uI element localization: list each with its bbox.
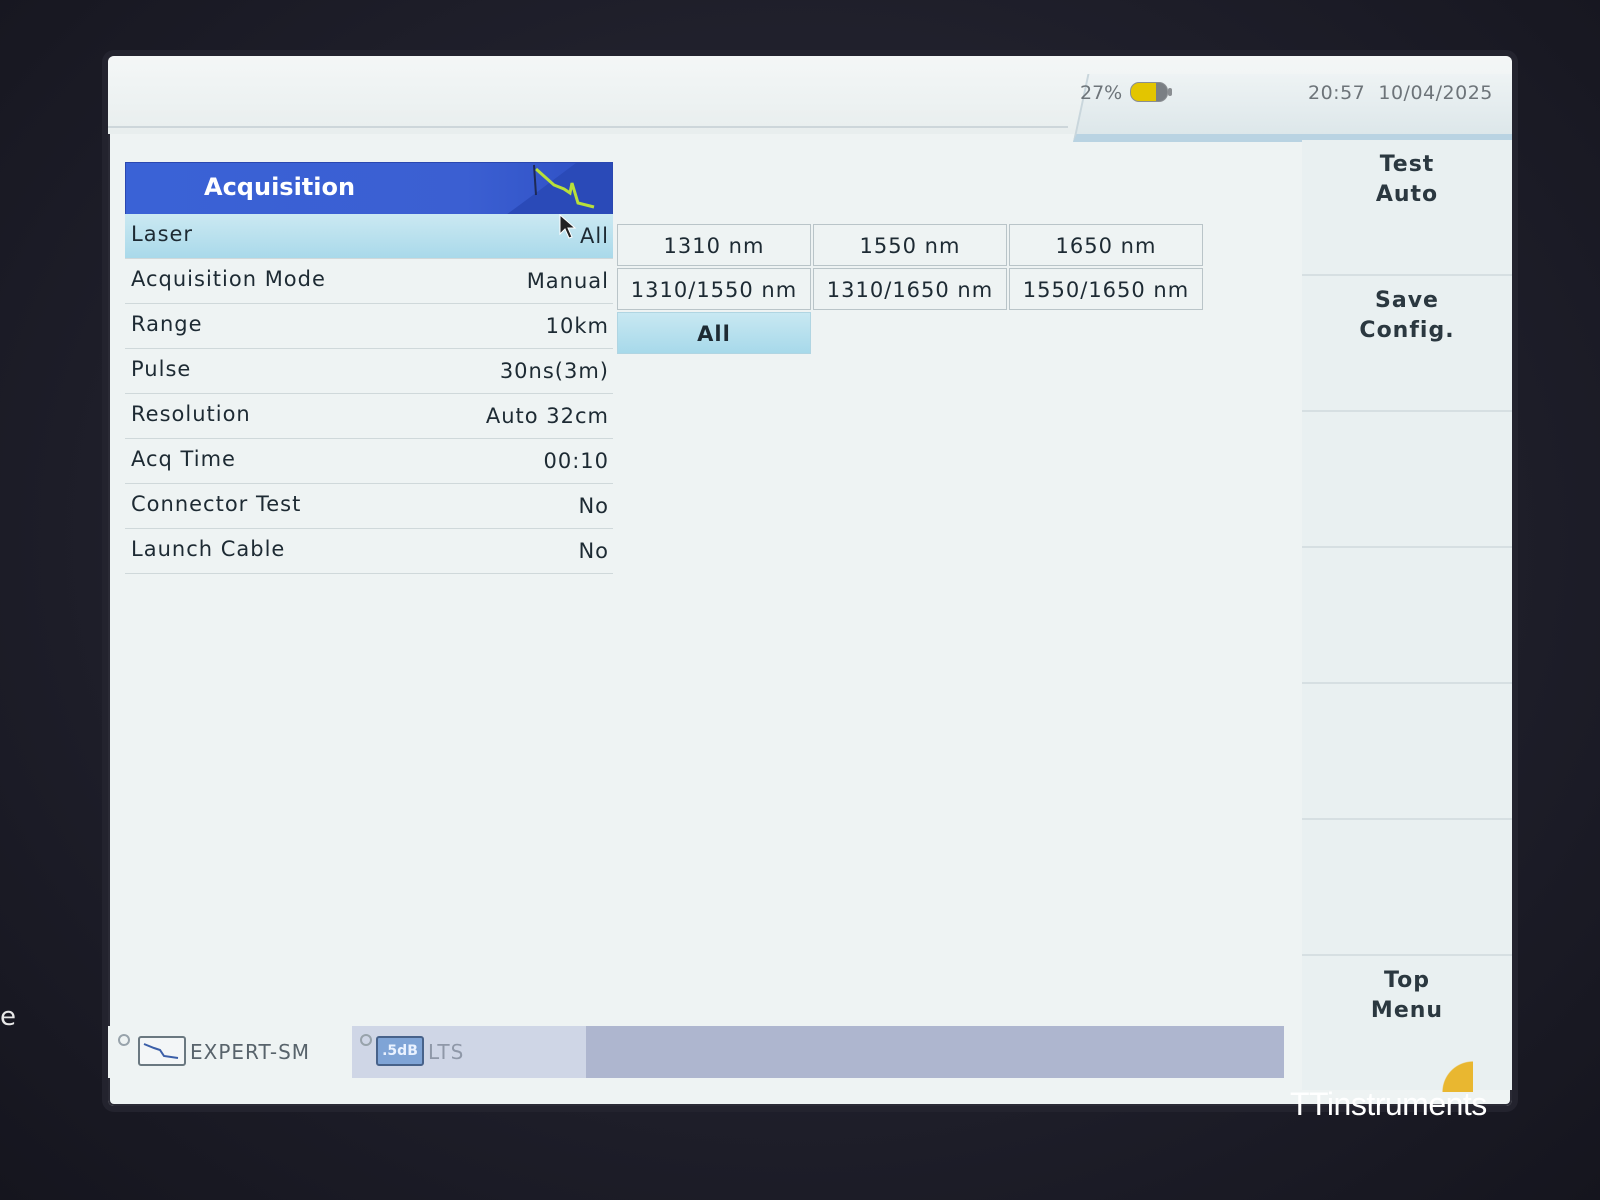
tab-label: EXPERT-SM	[190, 1040, 311, 1064]
panel-title: Acquisition	[204, 173, 356, 201]
param-label: Laser	[131, 222, 194, 246]
laser-option-1550[interactable]: 1550 nm	[813, 224, 1007, 266]
status-bar: 27% 20:57 10/04/2025	[108, 56, 1512, 142]
acquisition-parameters: Laser All Acquisition Mode Manual Range …	[125, 214, 613, 574]
tab-indicator-icon	[360, 1034, 372, 1046]
param-row-range[interactable]: Range 10km	[125, 304, 613, 349]
param-row-pulse[interactable]: Pulse 30ns(3m)	[125, 349, 613, 394]
softkey-label: Top	[1384, 968, 1430, 993]
laser-option-1310-1550[interactable]: 1310/1550 nm	[617, 268, 811, 310]
param-label: Pulse	[131, 357, 192, 381]
param-label: Acq Time	[131, 447, 236, 471]
otdr-trace-icon	[506, 163, 612, 215]
laser-option-1310-1650[interactable]: 1310/1650 nm	[813, 268, 1007, 310]
battery-percent: 27%	[1080, 82, 1123, 104]
trace-tab-icon	[138, 1036, 186, 1066]
param-row-resolution[interactable]: Resolution Auto 32cm	[125, 394, 613, 439]
status-divider	[108, 126, 1068, 128]
laser-option-1650[interactable]: 1650 nm	[1009, 224, 1203, 266]
softkey-label: Save	[1375, 288, 1439, 313]
param-value: Manual	[526, 269, 609, 293]
param-label: Connector Test	[131, 492, 302, 516]
clock-date: 10/04/2025	[1378, 82, 1493, 104]
param-row-acq-time[interactable]: Acq Time 00:10	[125, 439, 613, 484]
tab-expert-sm[interactable]: EXPERT-SM	[108, 1026, 352, 1078]
softkey-column: Test Auto Save Config. Top Menu	[1302, 140, 1512, 1106]
laser-option-1310[interactable]: 1310 nm	[617, 224, 811, 266]
param-value: No	[578, 494, 609, 518]
device-screen: 27% 20:57 10/04/2025 Acquisition Laser A…	[108, 56, 1512, 1106]
watermark: TTinstruments	[1290, 1086, 1487, 1122]
softkey-empty-4[interactable]	[1302, 548, 1512, 684]
param-value: All	[579, 224, 609, 248]
softkey-label: Menu	[1370, 998, 1444, 1023]
battery-icon	[1130, 82, 1172, 102]
tab-indicator-icon	[118, 1034, 130, 1046]
param-value: 10km	[545, 314, 609, 338]
param-row-laser[interactable]: Laser All	[125, 214, 613, 259]
acquisition-panel-header: Acquisition	[125, 162, 613, 216]
param-row-acquisition-mode[interactable]: Acquisition Mode Manual	[125, 259, 613, 304]
softkey-empty-3[interactable]	[1302, 412, 1512, 548]
mouse-pointer-icon	[559, 214, 577, 239]
param-label: Launch Cable	[131, 537, 286, 561]
bezel-edge-text: e	[0, 1002, 16, 1032]
param-label: Range	[131, 312, 203, 336]
clock-time: 20:57	[1308, 82, 1366, 104]
softkey-save-config[interactable]: Save Config.	[1302, 276, 1512, 412]
softkey-top-menu[interactable]: Top Menu	[1302, 956, 1512, 1090]
tab-lts[interactable]: .5dB LTS	[352, 1026, 586, 1078]
param-label: Resolution	[131, 402, 251, 426]
param-value: 30ns(3m)	[499, 359, 609, 383]
softkey-empty-6[interactable]	[1302, 820, 1512, 956]
softkey-label: Test	[1379, 152, 1435, 177]
softkey-empty-5[interactable]	[1302, 684, 1512, 820]
param-value: No	[578, 539, 609, 563]
softkey-label: Auto	[1375, 182, 1439, 207]
clock: 20:57 10/04/2025	[1308, 82, 1493, 104]
param-value: 00:10	[543, 449, 609, 473]
softkey-test-auto[interactable]: Test Auto	[1302, 140, 1512, 276]
lts-icon: .5dB	[376, 1036, 424, 1066]
laser-option-1550-1650[interactable]: 1550/1650 nm	[1009, 268, 1203, 310]
tab-label: LTS	[428, 1040, 465, 1064]
param-label: Acquisition Mode	[131, 267, 326, 291]
param-row-connector-test[interactable]: Connector Test No	[125, 484, 613, 529]
param-value: Auto 32cm	[485, 404, 609, 428]
softkey-label: Config.	[1359, 318, 1455, 343]
laser-option-all[interactable]: All	[617, 312, 811, 354]
param-row-launch-cable[interactable]: Launch Cable No	[125, 529, 613, 574]
